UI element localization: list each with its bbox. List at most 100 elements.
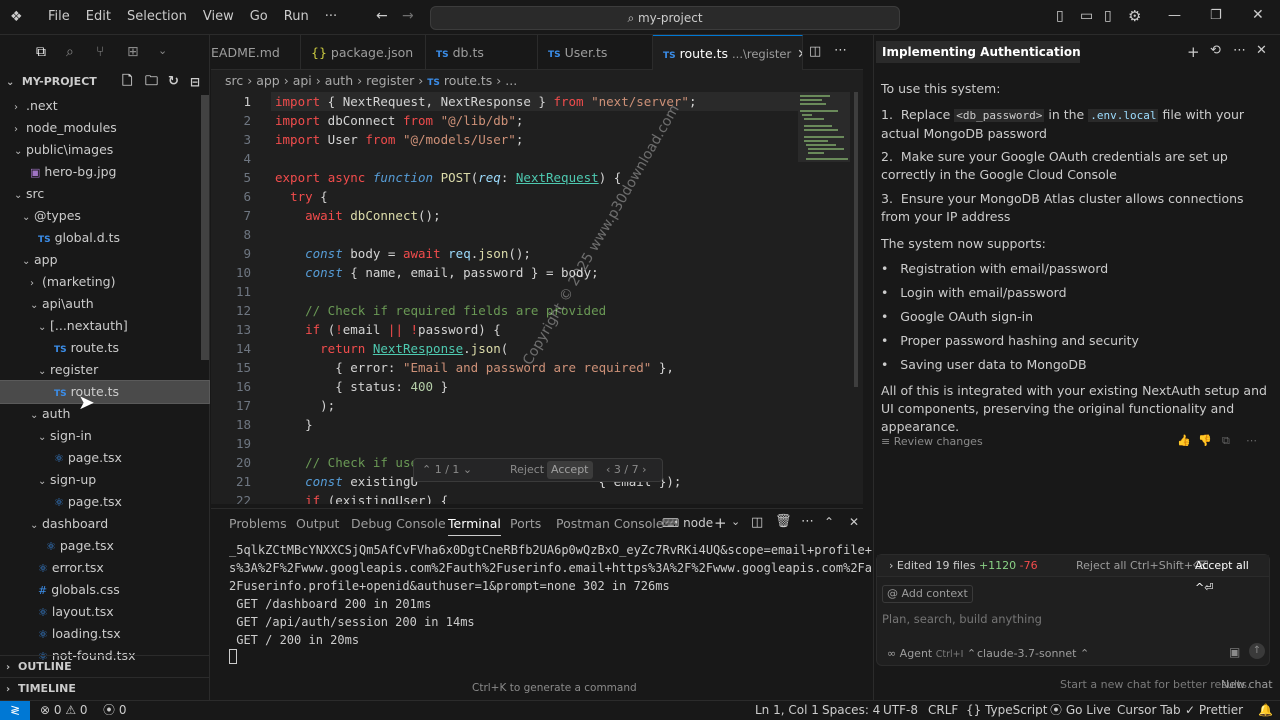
tab-postman-console[interactable]: Postman Console — [556, 516, 664, 531]
more-actions-icon[interactable]: ⋯ — [1246, 434, 1257, 447]
menu-go[interactable]: Go — [242, 9, 276, 24]
trash-icon[interactable]: 🗑 — [775, 514, 792, 529]
menu-selection[interactable]: Selection — [119, 9, 195, 24]
tree-file[interactable]: ⚛ page.tsx — [0, 447, 209, 469]
reject-all-button[interactable]: Reject all Ctrl+Shift+⌫ — [1076, 555, 1209, 577]
breadcrumb-auth[interactable]: auth — [325, 73, 353, 88]
new-terminal-icon[interactable]: + — [714, 514, 727, 532]
tab-user-ts[interactable]: TS User.ts — [538, 35, 653, 70]
menu-file[interactable]: File — [40, 9, 78, 24]
send-arrow-icon[interactable]: ↑ — [1249, 643, 1265, 659]
editor-scrollbar[interactable] — [854, 92, 858, 387]
cursor-position[interactable]: Ln 1, Col 1 — [755, 701, 819, 720]
chat-title-tab[interactable]: Implementing Authentication for Thi — [876, 41, 1080, 63]
tree-folder[interactable]: ⌄ api\auth — [0, 293, 209, 315]
terminal-shell-selector[interactable]: ⌨ node — [662, 516, 713, 530]
notifications-icon[interactable]: 🔔 — [1258, 701, 1273, 720]
tree-file[interactable]: TS route.ts — [0, 337, 209, 359]
source-control-icon[interactable]: ⑂ — [96, 44, 104, 60]
tab-ports[interactable]: Ports — [510, 516, 541, 531]
close-chat-icon[interactable]: ✕ — [1256, 43, 1267, 58]
more-actions-icon[interactable]: ⋯ — [801, 514, 814, 529]
agent-mode-selector[interactable]: ∞ Agent Ctrl+I ⌃ — [887, 647, 976, 660]
review-changes-button[interactable]: ≡ Review changes — [881, 435, 983, 448]
line-endings[interactable]: CRLF — [928, 701, 958, 720]
tree-file[interactable]: ⚛ page.tsx — [0, 491, 209, 513]
explorer-files-icon[interactable]: ⧉ — [36, 44, 46, 60]
tab-problems[interactable]: Problems — [229, 516, 287, 531]
new-chat-icon[interactable]: + — [1187, 43, 1200, 61]
outline-section[interactable]: › OUTLINE — [0, 655, 209, 677]
tree-file[interactable]: # globals.css — [0, 579, 209, 601]
terminal-cursor[interactable] — [229, 649, 237, 664]
tree-folder[interactable]: ⌄ register — [0, 359, 209, 381]
chevron-down-icon[interactable]: ⌄ — [158, 44, 167, 57]
explorer-header[interactable]: ⌄ MY-PROJECT 🗋 🗀 ↻ ⊟ — [0, 71, 209, 93]
chevron-down-icon[interactable]: ⌄ — [731, 515, 740, 528]
breadcrumb-file[interactable]: route.ts — [444, 73, 492, 88]
close-tab-icon[interactable]: ✕ — [797, 36, 802, 70]
tree-file[interactable]: TS route.ts — [0, 380, 210, 404]
refresh-icon[interactable]: ↻ — [168, 71, 179, 93]
image-upload-icon[interactable]: ▣ — [1229, 645, 1240, 659]
menu-edit[interactable]: Edit — [78, 9, 119, 24]
model-selector[interactable]: claude-3.7-sonnet ⌃ — [977, 647, 1089, 660]
tab-terminal[interactable]: Terminal — [448, 516, 501, 536]
close-panel-icon[interactable]: ✕ — [849, 515, 859, 529]
tree-file[interactable]: ⚛ loading.tsx — [0, 623, 209, 645]
forward-arrow-icon[interactable]: → — [402, 8, 414, 24]
tree-file[interactable]: ⚛ page.tsx — [0, 535, 209, 557]
change-nav[interactable]: ‹ 3 / 7 › — [606, 459, 647, 481]
tree-file[interactable]: ▣ hero-bg.jpg — [0, 161, 209, 183]
tab-readme[interactable]: EADME.md — [211, 35, 301, 70]
tree-folder[interactable]: ⌄ public\images — [0, 139, 209, 161]
breadcrumb-app[interactable]: app — [256, 73, 280, 88]
tree-folder[interactable]: ⌄ @types — [0, 205, 209, 227]
tree-file[interactable]: ⚛ error.tsx — [0, 557, 209, 579]
tree-folder[interactable]: ⌄ sign-in — [0, 425, 209, 447]
tree-folder[interactable]: ⌄ [...nextauth] — [0, 315, 209, 337]
tree-folder[interactable]: › (marketing) — [0, 271, 209, 293]
tab-debug-console[interactable]: Debug Console — [351, 516, 446, 531]
toggle-panel-icon[interactable]: ▭ — [1080, 8, 1093, 24]
breadcrumb-symbol[interactable]: ... — [505, 73, 517, 88]
menu-view[interactable]: View — [195, 9, 242, 24]
problems-indicator[interactable]: ⊗ 0 ⚠ 0 — [40, 701, 88, 720]
accept-all-button[interactable]: Accept all ^⏎ — [1195, 555, 1269, 599]
tree-file[interactable]: ⚛ layout.tsx — [0, 601, 209, 623]
scrollbar[interactable] — [201, 95, 209, 360]
split-editor-icon[interactable]: ◫ — [809, 44, 821, 59]
command-center[interactable]: ⌕ my-project — [430, 6, 900, 30]
new-file-icon[interactable]: 🗋 — [122, 71, 132, 93]
new-chat-link[interactable]: New chat — [1221, 678, 1273, 691]
menu-run[interactable]: Run — [276, 9, 317, 24]
go-live-button[interactable]: ⦿ Go Live — [1050, 701, 1111, 720]
code-editor[interactable]: 1 2 3 4 5 6 7 8 9 10 11 12 13 14 15 16 1… — [211, 92, 863, 504]
ports-indicator[interactable]: ⦿ 0 — [103, 701, 126, 720]
maximize-panel-icon[interactable]: ⌃ — [824, 515, 834, 529]
tree-folder[interactable]: › node_modules — [0, 117, 209, 139]
tree-folder[interactable]: ⌄ sign-up — [0, 469, 209, 491]
tree-folder[interactable]: ⌄ dashboard — [0, 513, 209, 535]
minimize-icon[interactable]: — — [1168, 8, 1181, 23]
reject-change-button[interactable]: Reject — [510, 459, 544, 481]
history-icon[interactable]: ⟲ — [1210, 43, 1221, 58]
breadcrumb-register[interactable]: register — [366, 73, 414, 88]
accept-change-button[interactable]: Accept — [547, 461, 593, 479]
breadcrumb-src[interactable]: src — [225, 73, 243, 88]
tree-file[interactable]: TS global.d.ts — [0, 227, 209, 249]
collapse-all-icon[interactable]: ⊟ — [190, 71, 200, 93]
indentation[interactable]: Spaces: 4 — [822, 701, 880, 720]
restore-icon[interactable]: ❐ — [1210, 8, 1222, 23]
minimap[interactable] — [798, 92, 858, 392]
thumbs-up-icon[interactable]: 👍 — [1177, 434, 1191, 447]
toggle-secondary-sidebar-icon[interactable]: ▯ — [1104, 8, 1112, 24]
settings-gear-icon[interactable]: ⚙ — [1128, 7, 1141, 25]
close-window-icon[interactable]: ✕ — [1252, 7, 1264, 23]
diff-nav[interactable]: ⌃ 1 / 1 ⌄ — [422, 459, 472, 481]
breadcrumb-api[interactable]: api — [293, 73, 312, 88]
tab-db-ts[interactable]: TS db.ts — [426, 35, 538, 70]
new-folder-icon[interactable]: 🗀 — [145, 71, 158, 93]
copy-icon[interactable]: ⧉ — [1222, 434, 1230, 448]
prettier-button[interactable]: ✓ Prettier — [1185, 701, 1243, 720]
